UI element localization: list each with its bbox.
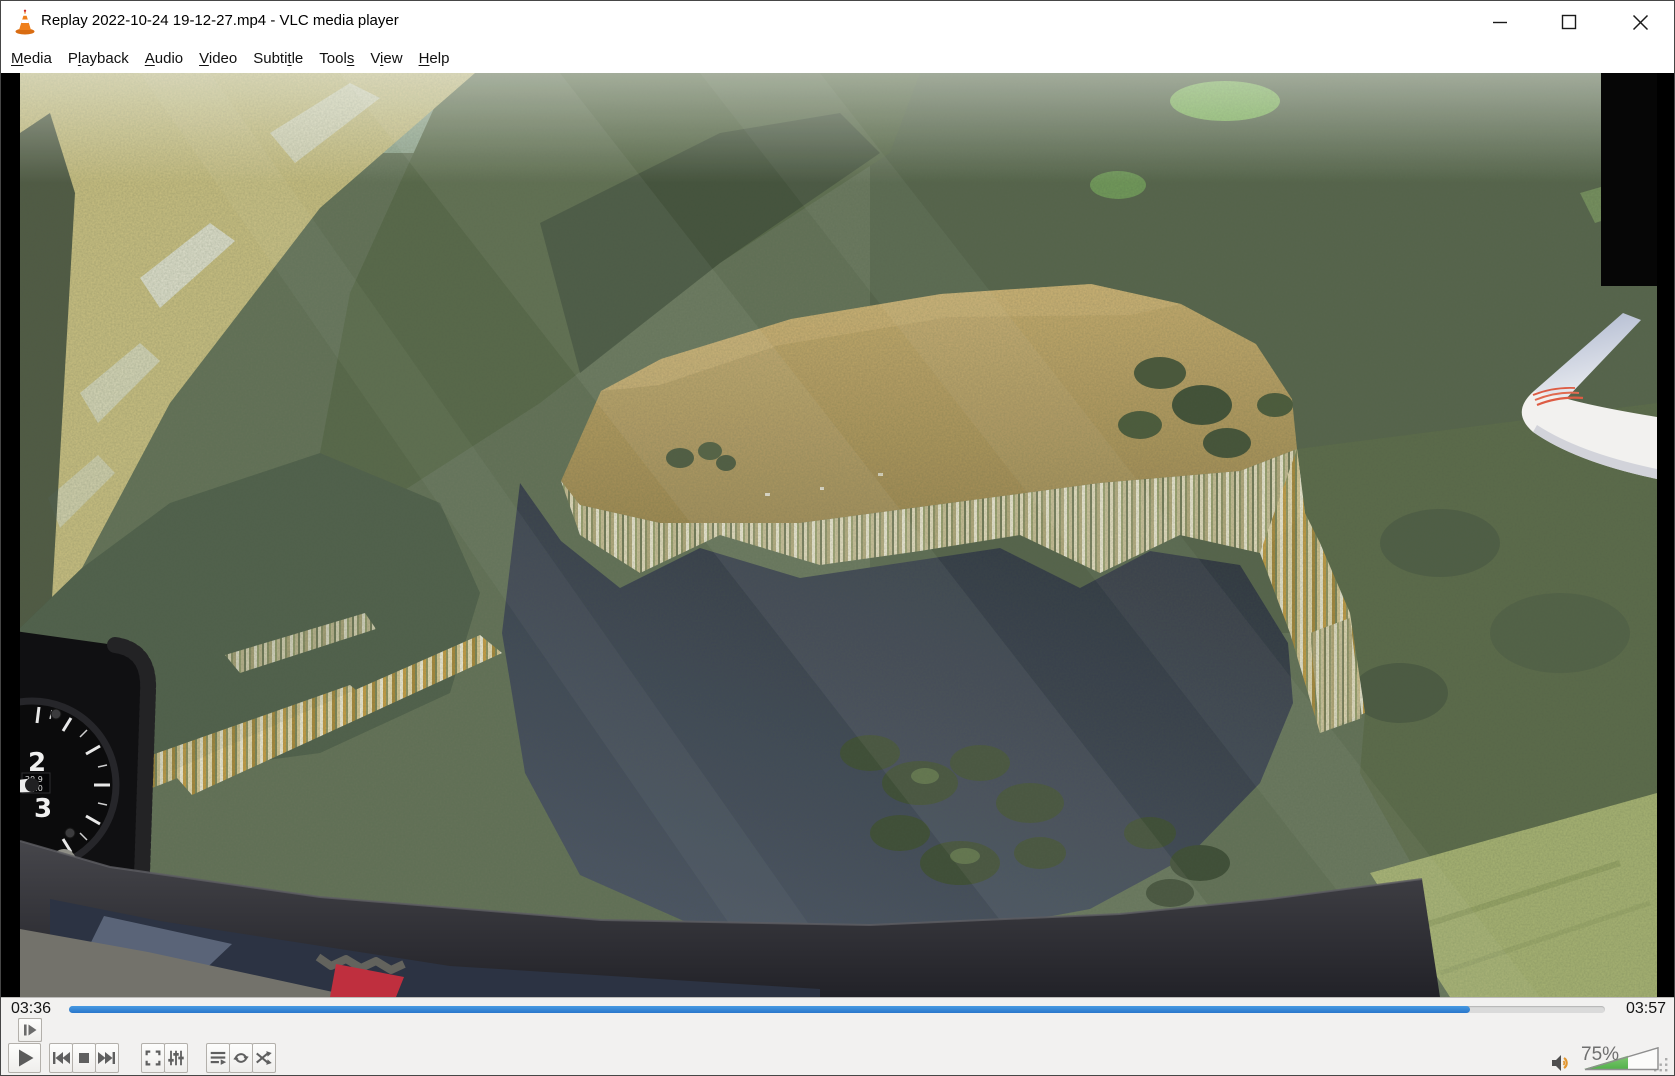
vlc-logo-icon xyxy=(14,9,36,35)
next-button[interactable] xyxy=(95,1043,119,1073)
view-group xyxy=(141,1043,187,1073)
window-title: Replay 2022-10-24 19-12-27.mp4 - VLC med… xyxy=(41,12,399,29)
video-display[interactable]: 2 3 29.9 30.0 xyxy=(1,73,1675,997)
loop-icon xyxy=(231,1048,251,1068)
menu-tools[interactable]: Tools xyxy=(311,47,362,70)
menubar: Media Playback Audio Video Subtitle Tool… xyxy=(1,43,1674,73)
shuffle-icon xyxy=(254,1048,274,1068)
previous-icon xyxy=(51,1050,71,1066)
playlist-group xyxy=(206,1043,275,1073)
menu-video[interactable]: Video xyxy=(191,47,245,70)
speaker-icon[interactable] xyxy=(1550,1053,1576,1073)
maximize-button[interactable] xyxy=(1540,1,1598,43)
svg-text:3: 3 xyxy=(34,794,52,824)
fullscreen-icon xyxy=(143,1048,163,1068)
time-duration[interactable]: 03:57 xyxy=(1626,1000,1666,1018)
playlist-icon xyxy=(208,1048,228,1068)
vlc-window: Replay 2022-10-24 19-12-27.mp4 - VLC med… xyxy=(0,0,1675,1076)
stop-button[interactable] xyxy=(72,1043,96,1073)
video-black-corner xyxy=(1601,73,1657,286)
menu-view[interactable]: View xyxy=(362,47,410,70)
video-scene: 2 3 29.9 30.0 xyxy=(20,73,1657,997)
seek-progress xyxy=(69,1006,1470,1013)
play-button[interactable] xyxy=(8,1043,41,1073)
playlist-button[interactable] xyxy=(206,1043,230,1073)
random-button[interactable] xyxy=(252,1043,276,1073)
menu-subtitle[interactable]: Subtitle xyxy=(245,47,311,70)
canopy-glare xyxy=(20,73,1657,997)
frame-by-frame-icon xyxy=(21,1021,39,1039)
close-button[interactable] xyxy=(1611,1,1669,43)
volume-percentage: 75% xyxy=(1581,1044,1619,1066)
time-elapsed[interactable]: 03:36 xyxy=(11,1000,51,1018)
play-icon xyxy=(14,1047,36,1069)
control-panel: 03:36 03:57 xyxy=(1,997,1675,1076)
seek-bar[interactable] xyxy=(69,1006,1605,1013)
transport-group xyxy=(49,1043,118,1073)
next-icon xyxy=(97,1050,117,1066)
frame-by-frame-button[interactable] xyxy=(18,1018,42,1042)
menu-audio[interactable]: Audio xyxy=(137,47,191,70)
previous-button[interactable] xyxy=(49,1043,73,1073)
titlebar: Replay 2022-10-24 19-12-27.mp4 - VLC med… xyxy=(1,1,1674,43)
maximize-icon xyxy=(1561,14,1577,30)
menu-playback[interactable]: Playback xyxy=(60,47,137,70)
equalizer-sliders-icon xyxy=(166,1048,186,1068)
extended-settings-button[interactable] xyxy=(164,1043,188,1073)
loop-button[interactable] xyxy=(229,1043,253,1073)
close-icon xyxy=(1632,14,1649,31)
minimize-button[interactable] xyxy=(1471,1,1529,43)
menu-help[interactable]: Help xyxy=(411,47,458,70)
menu-media[interactable]: Media xyxy=(3,47,60,70)
minimize-icon xyxy=(1492,14,1508,30)
stop-icon xyxy=(76,1050,92,1066)
fullscreen-button[interactable] xyxy=(141,1043,165,1073)
